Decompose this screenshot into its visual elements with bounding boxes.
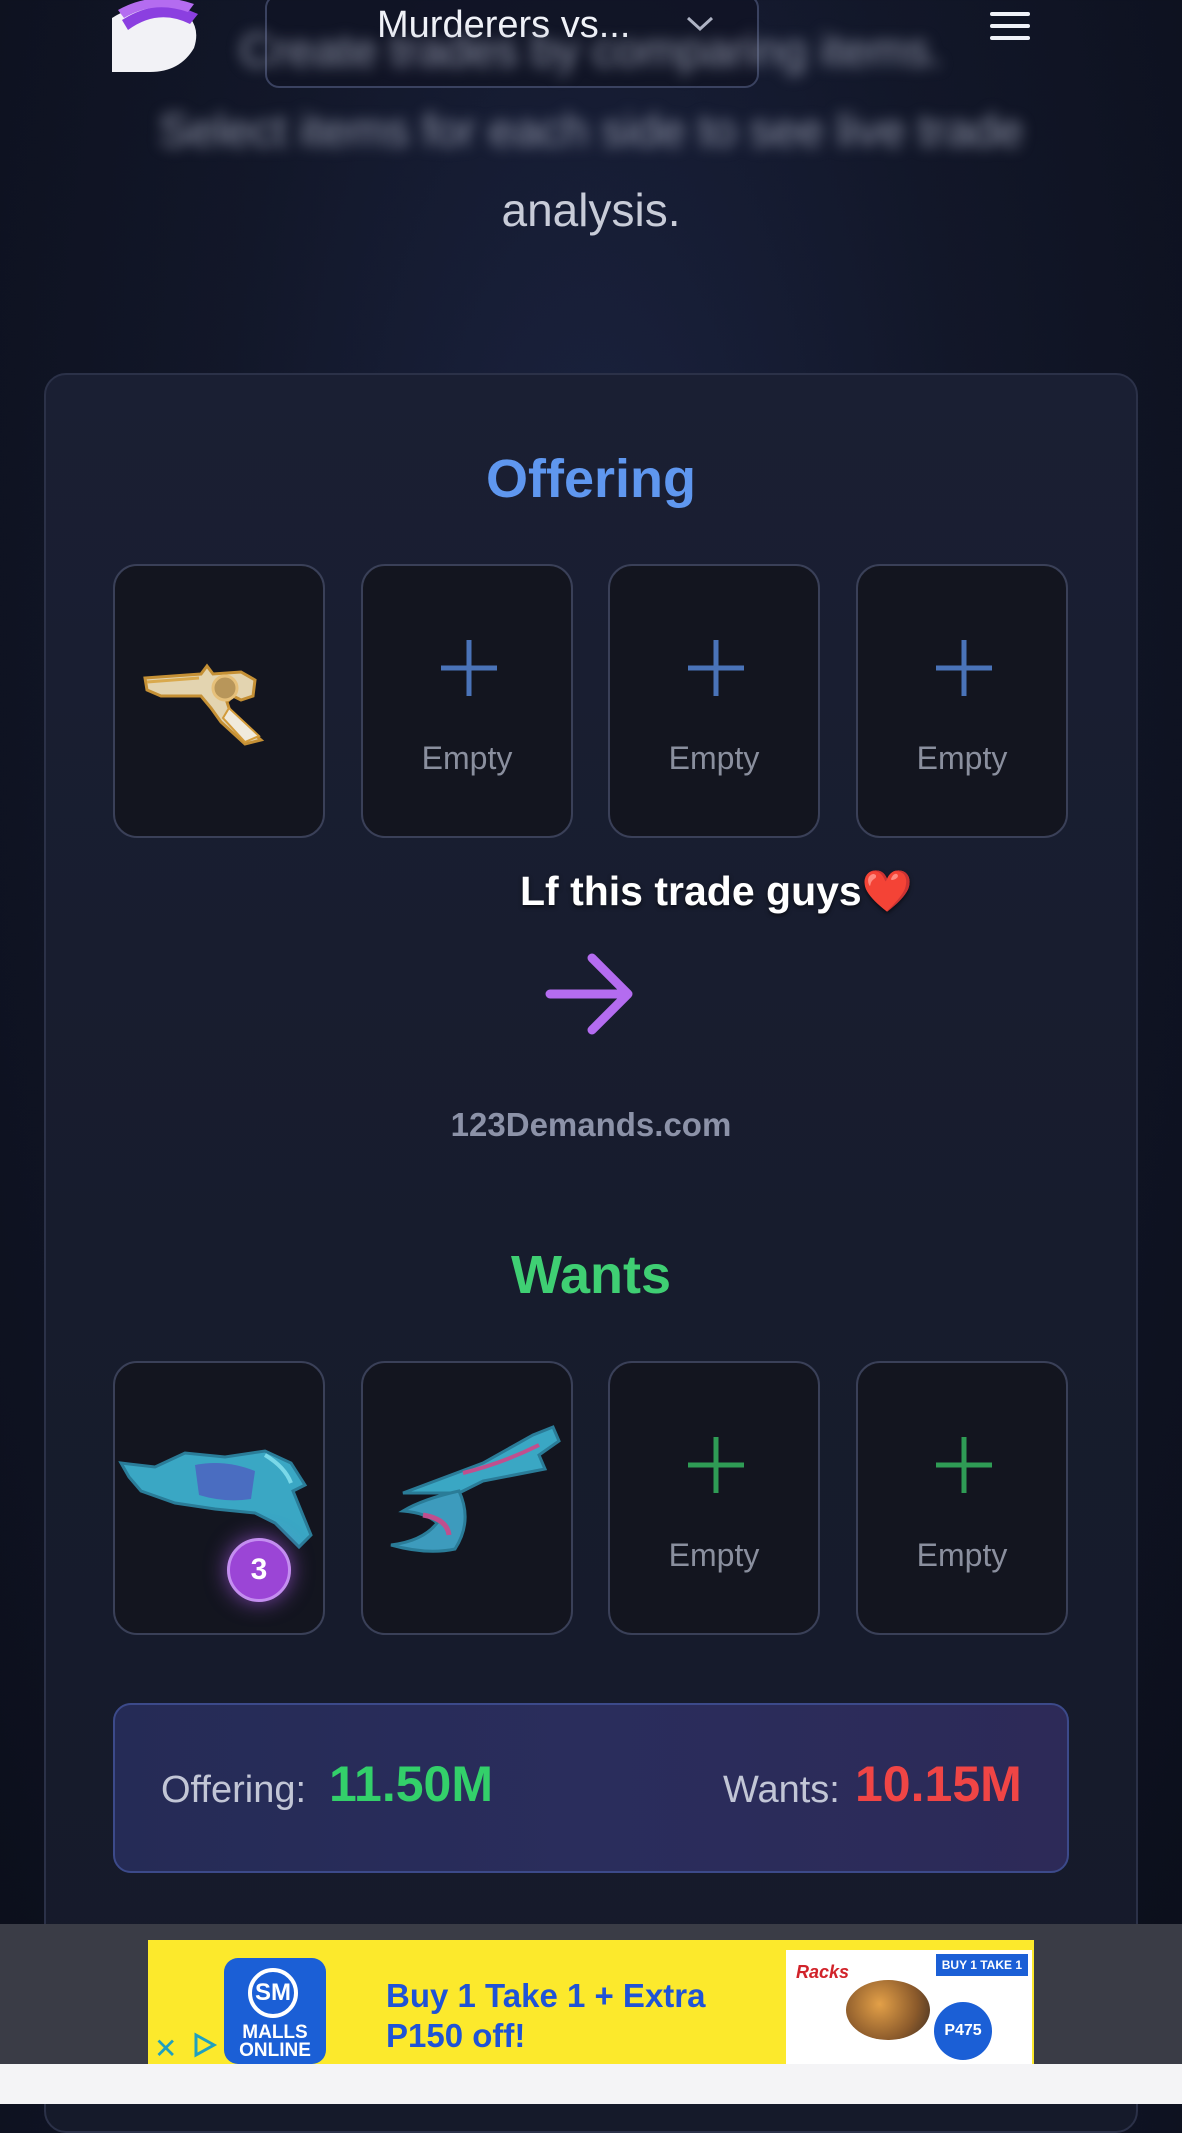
intro-line-2: Select items for each side to see live t…	[158, 104, 1024, 156]
ad-headline-line2: P150 off!	[386, 2017, 526, 2054]
ad-headline-line1: Buy 1 Take 1 + Extra	[386, 1977, 706, 2014]
intro-text: Create trades by comparing items. Select…	[100, 10, 1082, 250]
ad-headline: Buy 1 Take 1 + Extra P150 off!	[386, 1976, 705, 2056]
wants-title: Wants	[511, 1245, 671, 1305]
empty-slot-label: Empty	[916, 740, 1008, 776]
empty-slot-label: Empty	[421, 740, 513, 776]
wants-slot-3[interactable]: Empty	[608, 1361, 820, 1635]
offering-slot-2[interactable]: Empty	[361, 564, 573, 838]
offering-slot-3[interactable]: Empty	[608, 564, 820, 838]
overlay-caption: Lf this trade guys❤️	[520, 868, 913, 914]
ad-product-image: Racks BUY 1 TAKE 1 P475	[786, 1950, 1032, 2064]
teal-scythe-icon	[390, 1425, 561, 1553]
ad-choices-icon[interactable]	[192, 2032, 218, 2058]
wants-total-label: Wants:	[723, 1769, 840, 1811]
site-watermark: 123Demands.com	[450, 1106, 732, 1143]
empty-slot-label: Empty	[668, 740, 760, 776]
offering-total-label: Offering:	[161, 1769, 307, 1811]
ad-logo-text: MALLS ONLINE	[224, 2023, 326, 2061]
ad-banner[interactable]: SM MALLS ONLINE Buy 1 Take 1 + Extra P15…	[148, 1940, 1034, 2064]
empty-slot-label: Empty	[916, 1537, 1008, 1573]
ad-logo-text-line2: ONLINE	[239, 2040, 311, 2061]
intro-line-3: analysis.	[501, 184, 681, 236]
offering-slot-4[interactable]: Empty	[856, 564, 1068, 838]
trade-totals-panel: Offering: 11.50M Wants: 10.15M	[113, 1703, 1069, 1873]
teal-blaster-icon	[118, 1449, 313, 1550]
ad-image-price: P475	[934, 2002, 992, 2060]
ad-logo-mark: SM	[248, 1968, 298, 2018]
offering-total-value: 11.50M	[329, 1756, 494, 1812]
arrow-right-icon	[545, 953, 633, 1035]
plus-icon	[936, 640, 992, 696]
wants-slot-4[interactable]: Empty	[856, 1361, 1068, 1635]
plus-icon	[936, 1437, 992, 1493]
offering-title: Offering	[486, 449, 696, 509]
gold-revolver-icon	[143, 663, 265, 746]
empty-slot-label: Empty	[668, 1537, 760, 1573]
item-count-badge: 3	[227, 1538, 291, 1602]
browser-bottom-strip	[0, 2064, 1182, 2104]
plus-icon	[688, 1437, 744, 1493]
plus-icon	[441, 640, 497, 696]
ad-image-promo: BUY 1 TAKE 1	[935, 1954, 1028, 1976]
ad-close-icon[interactable]: ✕	[154, 2032, 177, 2064]
wants-slot-2[interactable]	[361, 1361, 573, 1635]
food-platter-image	[846, 1980, 930, 2040]
offering-slot-1[interactable]	[113, 564, 325, 838]
intro-line-1: Create trades by comparing items.	[239, 24, 943, 76]
ad-image-brand: Racks	[796, 1962, 850, 1982]
wants-slot-1[interactable]	[113, 1361, 325, 1635]
ad-brand-logo: SM MALLS ONLINE	[224, 1958, 326, 2064]
plus-icon	[688, 640, 744, 696]
wants-total-value: 10.15M	[855, 1756, 1022, 1812]
